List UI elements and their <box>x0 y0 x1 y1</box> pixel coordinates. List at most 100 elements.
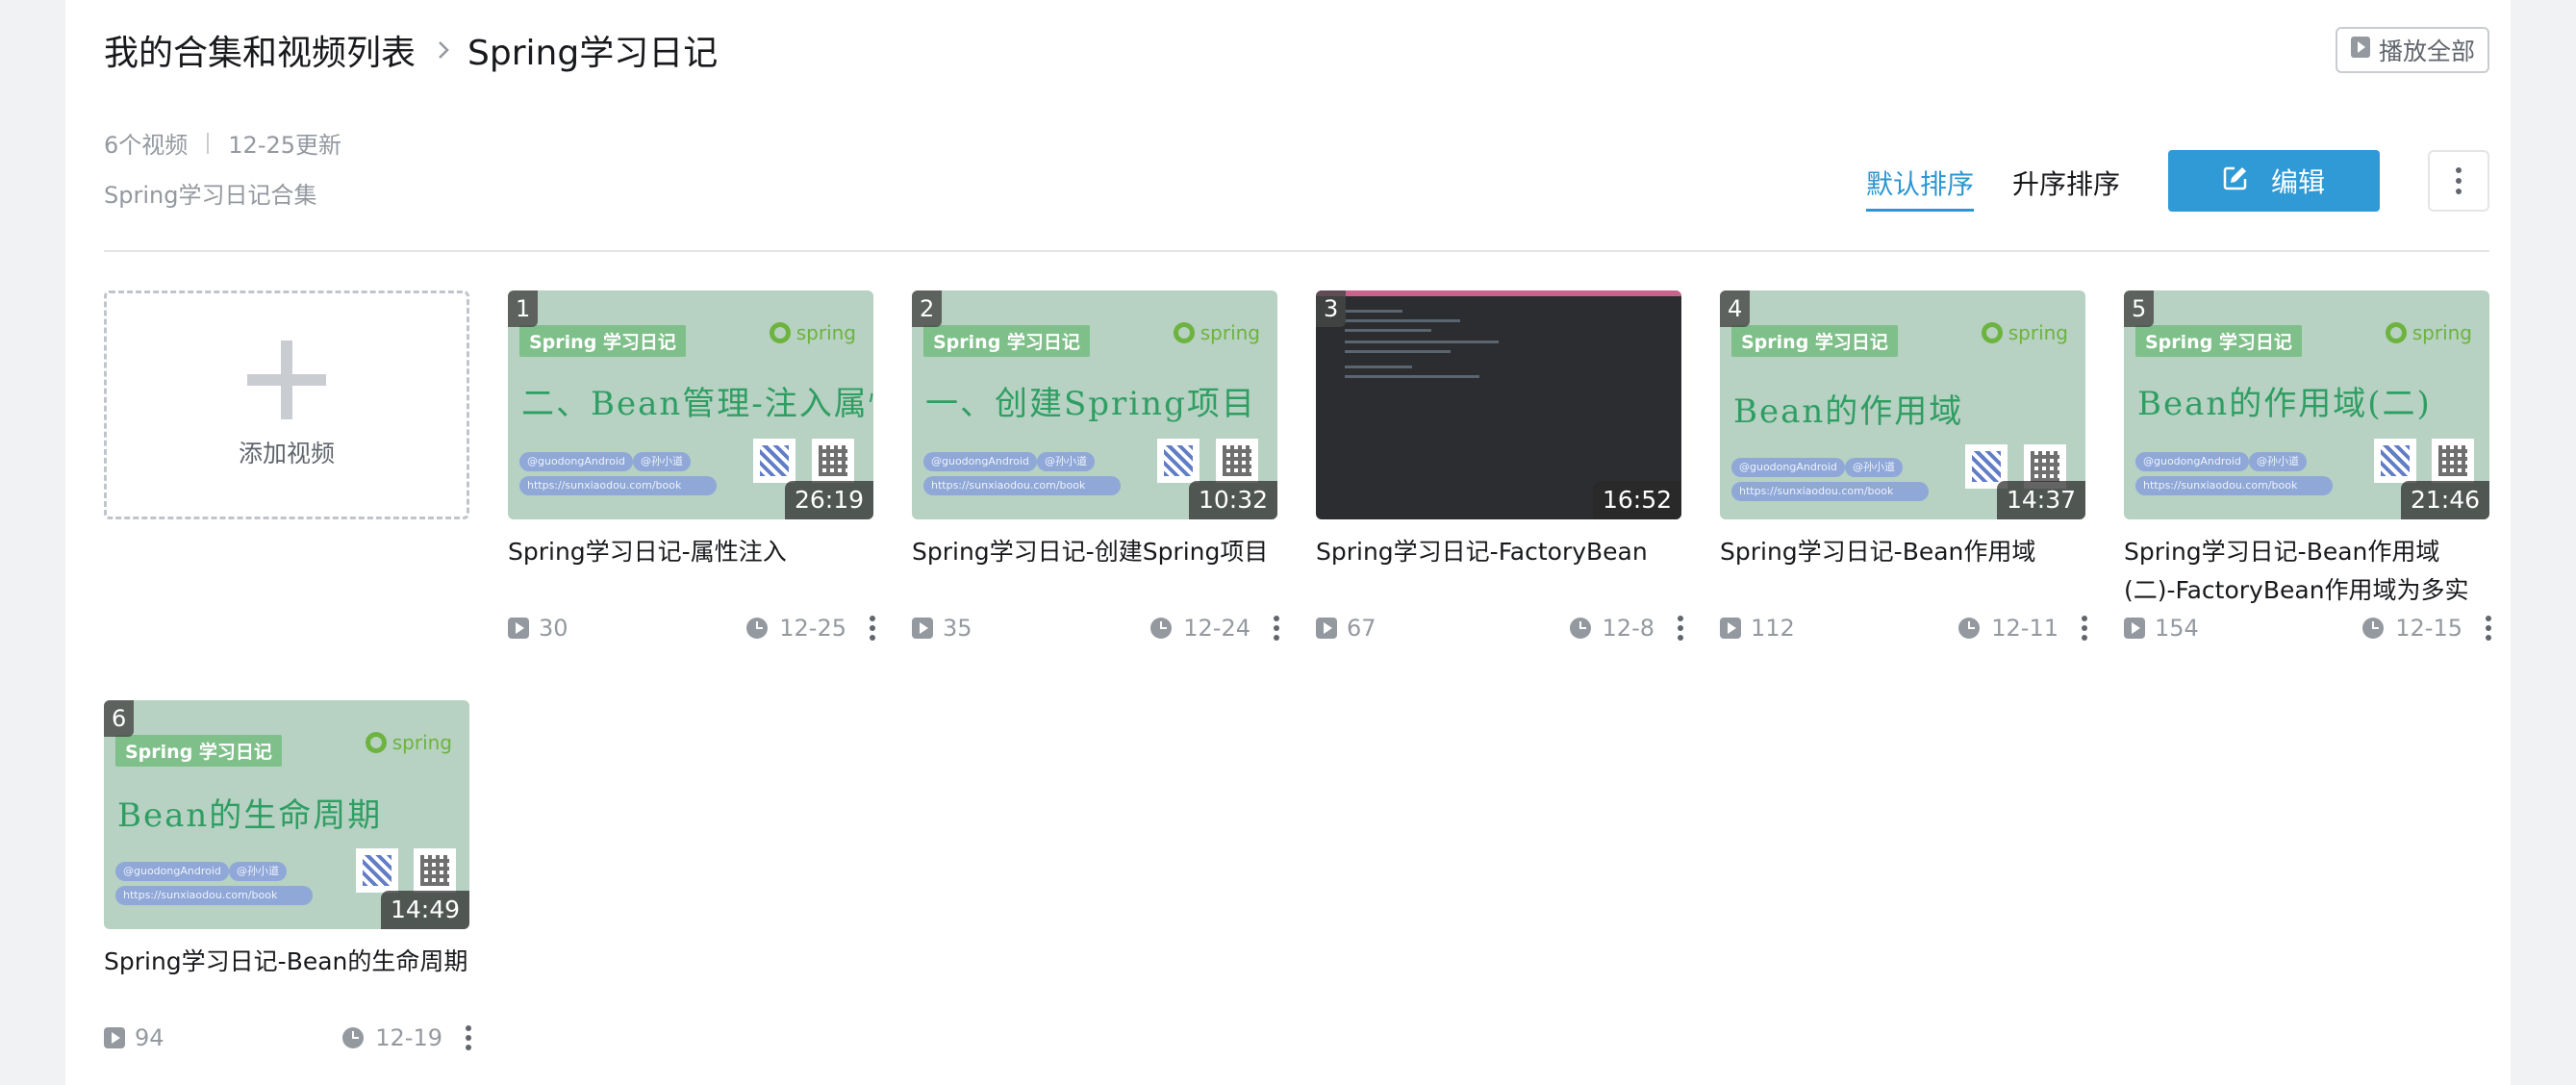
video-count: 6个视频 <box>104 132 189 159</box>
thumb-chip: https://sunxiaodou.com/book <box>115 886 313 905</box>
thumb-chip: https://sunxiaodou.com/book <box>923 476 1121 495</box>
video-more-icon[interactable] <box>1274 616 1279 641</box>
thumb-tag: Spring 学习日记 <box>923 325 1090 357</box>
qr-code-icon <box>812 439 854 483</box>
video-thumbnail[interactable]: 3 16:52 <box>1316 290 1681 519</box>
duration-badge: 14:49 <box>380 891 469 929</box>
spring-logo-icon: spring <box>1981 321 2068 344</box>
play-count: 67 <box>1347 615 1376 642</box>
edit-label: 编辑 <box>2270 166 2325 198</box>
video-more-icon[interactable] <box>1678 616 1683 641</box>
video-card[interactable]: Spring 学习日记 spring 二、Bean管理-注入属性 @guodon… <box>508 290 875 644</box>
breadcrumb-root-link[interactable]: 我的合集和视频列表 <box>104 25 416 75</box>
video-title[interactable]: Spring学习日记-Bean作用域 <box>1720 533 2085 610</box>
video-thumbnail[interactable]: Spring 学习日记 spring 一、创建Spring项目 @guodong… <box>912 290 1277 519</box>
thumb-chip: @guodongAndroid <box>519 452 633 471</box>
thumb-tag: Spring 学习日记 <box>1731 325 1898 357</box>
play-count: 94 <box>135 1024 164 1051</box>
video-card[interactable]: 3 16:52 Spring学习日记-FactoryBean 67 12-8 <box>1316 290 1683 644</box>
qr-code-icon <box>753 439 796 483</box>
duration-badge: 26:19 <box>784 481 873 519</box>
thumb-heading: Bean的作用域(二) <box>2137 385 2432 423</box>
thumb-chip: @guodongAndroid <box>115 862 229 881</box>
clock-icon <box>1150 618 1173 639</box>
spring-logo-icon: spring <box>365 731 452 754</box>
video-date: 12-19 <box>375 1024 442 1051</box>
thumb-tag: Spring 学习日记 <box>2135 325 2302 357</box>
play-count-icon <box>912 618 933 639</box>
video-more-icon[interactable] <box>2486 616 2491 641</box>
play-count-icon <box>1316 618 1337 639</box>
video-thumbnail[interactable]: Spring 学习日记 spring Bean的作用域 @guodongAndr… <box>1720 290 2085 519</box>
thumb-chip: @guodongAndroid <box>923 452 1037 471</box>
play-count-icon <box>2124 618 2145 639</box>
video-title[interactable]: Spring学习日记-属性注入 <box>508 533 873 610</box>
updated-date: 12-25更新 <box>228 132 342 159</box>
more-options-button[interactable] <box>2428 150 2489 212</box>
qr-code-icon <box>356 848 398 893</box>
more-vertical-icon <box>2456 167 2462 194</box>
video-thumbnail[interactable]: Spring 学习日记 spring 二、Bean管理-注入属性 @guodon… <box>508 290 873 519</box>
spring-logo-icon: spring <box>769 321 856 344</box>
qr-code-icon <box>2432 439 2474 483</box>
thumb-heading: Bean的生命周期 <box>117 796 383 835</box>
edit-button[interactable]: 编辑 <box>2168 150 2380 212</box>
breadcrumb: 我的合集和视频列表 Spring学习日记 <box>104 26 718 74</box>
play-all-label: 播放全部 <box>2378 38 2475 65</box>
meta-divider <box>207 132 210 154</box>
video-card[interactable]: Spring 学习日记 spring 一、创建Spring项目 @guodong… <box>912 290 1279 644</box>
video-stats: 67 12-8 <box>1316 612 1683 644</box>
thumb-tag: Spring 学习日记 <box>519 325 686 357</box>
qr-code-icon <box>1157 439 1200 483</box>
video-title[interactable]: Spring学习日记-创建Spring项目 <box>912 533 1277 610</box>
video-title[interactable]: Spring学习日记-Bean作用域(二)-FactoryBean作用域为多实例… <box>2124 533 2489 610</box>
video-title[interactable]: Spring学习日记-Bean的生命周期 <box>104 943 469 1020</box>
video-more-icon[interactable] <box>466 1025 471 1050</box>
video-more-icon[interactable] <box>870 616 875 641</box>
play-icon <box>2350 36 2371 64</box>
thumb-chip: https://sunxiaodou.com/book <box>519 476 717 495</box>
duration-badge: 21:46 <box>2400 481 2489 519</box>
video-thumbnail[interactable]: Spring 学习日记 spring Bean的作用域(二) @guodongA… <box>2124 290 2489 519</box>
duration-badge: 14:37 <box>1996 481 2085 519</box>
thumb-heading: 二、Bean管理-注入属性 <box>521 385 873 423</box>
thumb-chip: @孙小道 <box>229 862 287 881</box>
video-card[interactable]: Spring 学习日记 spring Bean的作用域(二) @guodongA… <box>2124 290 2491 644</box>
duration-badge: 16:52 <box>1592 481 1681 519</box>
play-count: 30 <box>539 615 568 642</box>
sort-default-tab[interactable]: 默认排序 <box>1866 164 1975 212</box>
chevron-right-icon <box>437 39 450 61</box>
page-title: Spring学习日记 <box>467 34 719 73</box>
play-all-button[interactable]: 播放全部 <box>2336 27 2489 73</box>
video-index-badge: 1 <box>508 290 539 327</box>
video-date: 12-24 <box>1183 615 1250 642</box>
video-card[interactable]: Spring 学习日记 spring Bean的作用域 @guodongAndr… <box>1720 290 2087 644</box>
thumb-chip: @孙小道 <box>2249 452 2307 471</box>
video-more-icon[interactable] <box>2082 616 2087 641</box>
ide-title-bar <box>1316 290 1681 296</box>
clock-icon <box>342 1027 365 1048</box>
thumb-chip: @孙小道 <box>1037 452 1095 471</box>
clock-icon <box>1569 618 1591 639</box>
add-video-button[interactable]: 添加视频 <box>104 290 469 519</box>
play-count: 35 <box>943 615 972 642</box>
thumb-chip: @guodongAndroid <box>2135 452 2249 471</box>
qr-code-icon <box>1216 439 1258 483</box>
spring-logo-icon: spring <box>1173 321 1260 344</box>
edit-icon <box>2223 165 2248 197</box>
play-count: 112 <box>1751 615 1795 642</box>
video-date: 12-25 <box>779 615 846 642</box>
video-thumbnail[interactable]: Spring 学习日记 spring Bean的生命周期 @guodongAnd… <box>104 700 469 929</box>
video-date: 12-15 <box>2395 615 2462 642</box>
video-title[interactable]: Spring学习日记-FactoryBean <box>1316 533 1681 610</box>
video-card[interactable]: Spring 学习日记 spring Bean的生命周期 @guodongAnd… <box>104 700 471 1054</box>
video-index-badge: 6 <box>104 700 135 737</box>
sort-asc-tab[interactable]: 升序排序 <box>2012 164 2120 202</box>
video-stats: 35 12-24 <box>912 612 1279 644</box>
thumb-chip: @孙小道 <box>633 452 691 471</box>
play-count-icon <box>1720 618 1741 639</box>
video-date: 12-8 <box>1602 615 1654 642</box>
play-count-icon <box>508 618 529 639</box>
thumb-chip: @孙小道 <box>1845 458 1903 477</box>
video-date: 12-11 <box>1991 615 2058 642</box>
